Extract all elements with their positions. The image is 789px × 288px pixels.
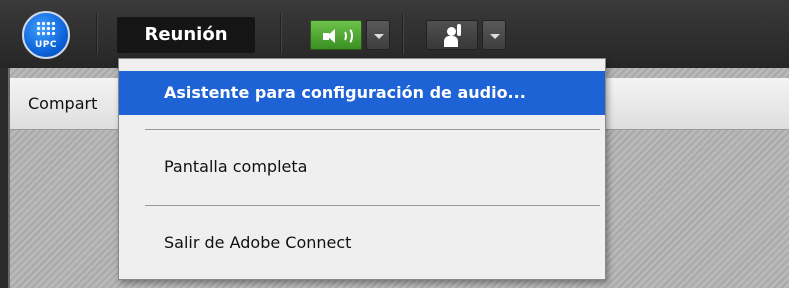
sound-waves-icon: [339, 27, 355, 45]
logo-text: UPC: [34, 40, 57, 50]
menu-divider: [145, 129, 600, 130]
raise-hand-button[interactable]: [426, 20, 478, 50]
toolbar-separator: [96, 14, 98, 54]
menu-item-full-screen[interactable]: Pantalla completa: [119, 145, 605, 189]
meeting-menu-button[interactable]: Reunión: [117, 17, 255, 53]
upc-logo: UPC: [22, 11, 70, 59]
speaker-icon: [323, 29, 335, 43]
audio-options-dropdown-button[interactable]: [366, 20, 390, 50]
status-options-dropdown-button[interactable]: [482, 20, 506, 50]
raise-hand-icon: [443, 24, 463, 48]
share-pod-title: Compart: [28, 94, 98, 113]
audio-toggle-button[interactable]: [310, 20, 362, 50]
menu-item-exit-adobe-connect[interactable]: Salir de Adobe Connect: [119, 221, 605, 265]
menu-divider: [145, 205, 600, 206]
meeting-dropdown-menu: Asistente para configuración de audio...…: [118, 58, 606, 280]
logo-grid-icon: [36, 21, 56, 37]
toolbar-separator: [402, 14, 404, 54]
toolbar-separator: [280, 14, 282, 54]
menu-item-audio-setup-wizard[interactable]: Asistente para configuración de audio...: [119, 71, 605, 115]
